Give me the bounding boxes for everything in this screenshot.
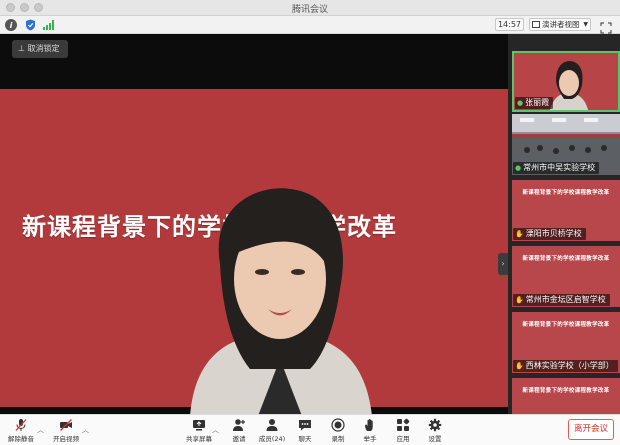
window-title: 腾讯会议 bbox=[291, 5, 328, 15]
participant-name: ✋ 溧阳市贝桥学校 bbox=[513, 228, 586, 240]
share-screen-label: 共享屏幕 bbox=[186, 435, 212, 443]
invite-icon bbox=[233, 419, 245, 431]
tile-slide-preview: 新课程背景下的学校课程教学改革 bbox=[522, 322, 610, 328]
participant-tile[interactable]: ● 常州市中吴实验学校 bbox=[512, 114, 620, 175]
raise-hand-button[interactable]: 举手 bbox=[355, 418, 385, 443]
apps-button[interactable]: 应用 bbox=[388, 418, 418, 443]
fullscreen-icon[interactable] bbox=[600, 19, 612, 34]
participant-name: ● 常州市中吴实验学校 bbox=[513, 162, 600, 174]
unmute-label: 解除静音 bbox=[8, 435, 34, 443]
collapse-panel-button[interactable]: › bbox=[498, 253, 508, 275]
meeting-window: 腾讯会议 i 14:57 演讲者视图 ▼ 新课程背景下的学校课程教学改革 ⊥ 取消… bbox=[0, 0, 620, 445]
unmute-button[interactable]: 解除静音 bbox=[6, 418, 36, 443]
share-screen-button[interactable]: 共享屏幕 bbox=[184, 418, 214, 443]
chevron-up-icon[interactable]: ︿ bbox=[37, 425, 44, 435]
apps-label: 应用 bbox=[396, 435, 410, 443]
info-icon[interactable]: i bbox=[5, 19, 17, 31]
chat-button[interactable]: 聊天 bbox=[290, 418, 320, 443]
participant-tile[interactable]: 新课程背景下的学校课程教学改革 ✋ 溧阳市贝桥学校 bbox=[512, 180, 620, 241]
tile-slide-preview: 新课程背景下的学校课程教学改革 bbox=[522, 388, 610, 394]
signal-icon[interactable] bbox=[42, 19, 54, 31]
chat-icon bbox=[299, 420, 311, 431]
members-label: 成员(24) bbox=[258, 435, 286, 443]
hand-icon: ✋ bbox=[515, 362, 524, 370]
view-mode-dropdown[interactable]: 演讲者视图 ▼ bbox=[529, 18, 591, 31]
members-icon bbox=[266, 419, 278, 431]
mic-muted-icon bbox=[15, 419, 27, 431]
participant-tile[interactable]: 新课程背景下的学校课程教学改革 ✋ 常州市金坛区启智学校 bbox=[512, 246, 620, 307]
unlock-label: 取消锁定 bbox=[27, 44, 60, 53]
gear-icon bbox=[428, 418, 442, 432]
mic-icon: ● bbox=[515, 164, 522, 172]
chevron-down-icon: ▼ bbox=[583, 21, 588, 28]
hand-icon bbox=[365, 418, 373, 431]
apps-icon bbox=[397, 418, 410, 431]
members-button[interactable]: 成员(24) bbox=[257, 418, 287, 443]
tile-slide-preview: 新课程背景下的学校课程教学改革 bbox=[522, 190, 610, 196]
record-button[interactable]: 录制 bbox=[323, 418, 353, 443]
video-button[interactable]: 开启视频 bbox=[51, 418, 81, 443]
hand-icon: ✋ bbox=[515, 296, 524, 304]
participant-tile[interactable]: 新课程背景下的学校课程教学改革 bbox=[512, 378, 620, 414]
chevron-up-icon[interactable]: ︿ bbox=[82, 425, 89, 435]
pin-icon: ⊥ bbox=[18, 44, 28, 53]
camera-off-icon bbox=[60, 419, 72, 431]
leave-meeting-button[interactable]: 离开会议 bbox=[568, 419, 614, 440]
main-video-stage: 新课程背景下的学校课程教学改革 ⊥ 取消锁定 › bbox=[0, 34, 508, 414]
participant-name: ● 张丽霞 bbox=[515, 97, 554, 109]
chevron-up-icon[interactable]: ︿ bbox=[212, 425, 219, 435]
invite-label: 邀请 bbox=[232, 435, 246, 443]
chat-label: 聊天 bbox=[298, 435, 312, 443]
record-label: 录制 bbox=[331, 435, 345, 443]
raise-hand-label: 举手 bbox=[363, 435, 377, 443]
tile-slide-preview: 新课程背景下的学校课程教学改革 bbox=[522, 256, 610, 262]
settings-button[interactable]: 设置 bbox=[420, 418, 450, 443]
participant-name: ✋ 西林实验学校（小学部） bbox=[513, 360, 618, 372]
participant-name: ✋ 常州市金坛区启智学校 bbox=[513, 294, 610, 306]
title-bar: 腾讯会议 bbox=[0, 0, 620, 16]
meeting-clock: 14:57 bbox=[495, 18, 524, 31]
hand-icon: ✋ bbox=[515, 230, 524, 238]
share-screen-icon bbox=[193, 420, 205, 431]
shield-icon[interactable] bbox=[24, 19, 36, 31]
grid-icon bbox=[532, 21, 540, 28]
view-mode-label: 演讲者视图 bbox=[542, 20, 580, 29]
mic-icon: ● bbox=[517, 99, 524, 107]
record-icon bbox=[331, 418, 345, 432]
unlock-video-button[interactable]: ⊥ 取消锁定 bbox=[12, 40, 68, 58]
meeting-toolbar: i 14:57 演讲者视图 ▼ bbox=[0, 16, 620, 34]
speaker-video bbox=[190, 188, 372, 414]
video-label: 开启视频 bbox=[53, 435, 79, 443]
settings-label: 设置 bbox=[428, 435, 442, 443]
participant-tile[interactable]: ● 张丽霞 bbox=[512, 51, 620, 112]
participant-tile[interactable]: 新课程背景下的学校课程教学改革 ✋ 西林实验学校（小学部） bbox=[512, 312, 620, 373]
control-bar: 解除静音 ︿ 开启视频 ︿ 共享屏幕 ︿ 邀请 成员(24) 聊天 录制 举手 … bbox=[0, 414, 620, 445]
invite-button[interactable]: 邀请 bbox=[224, 418, 254, 443]
